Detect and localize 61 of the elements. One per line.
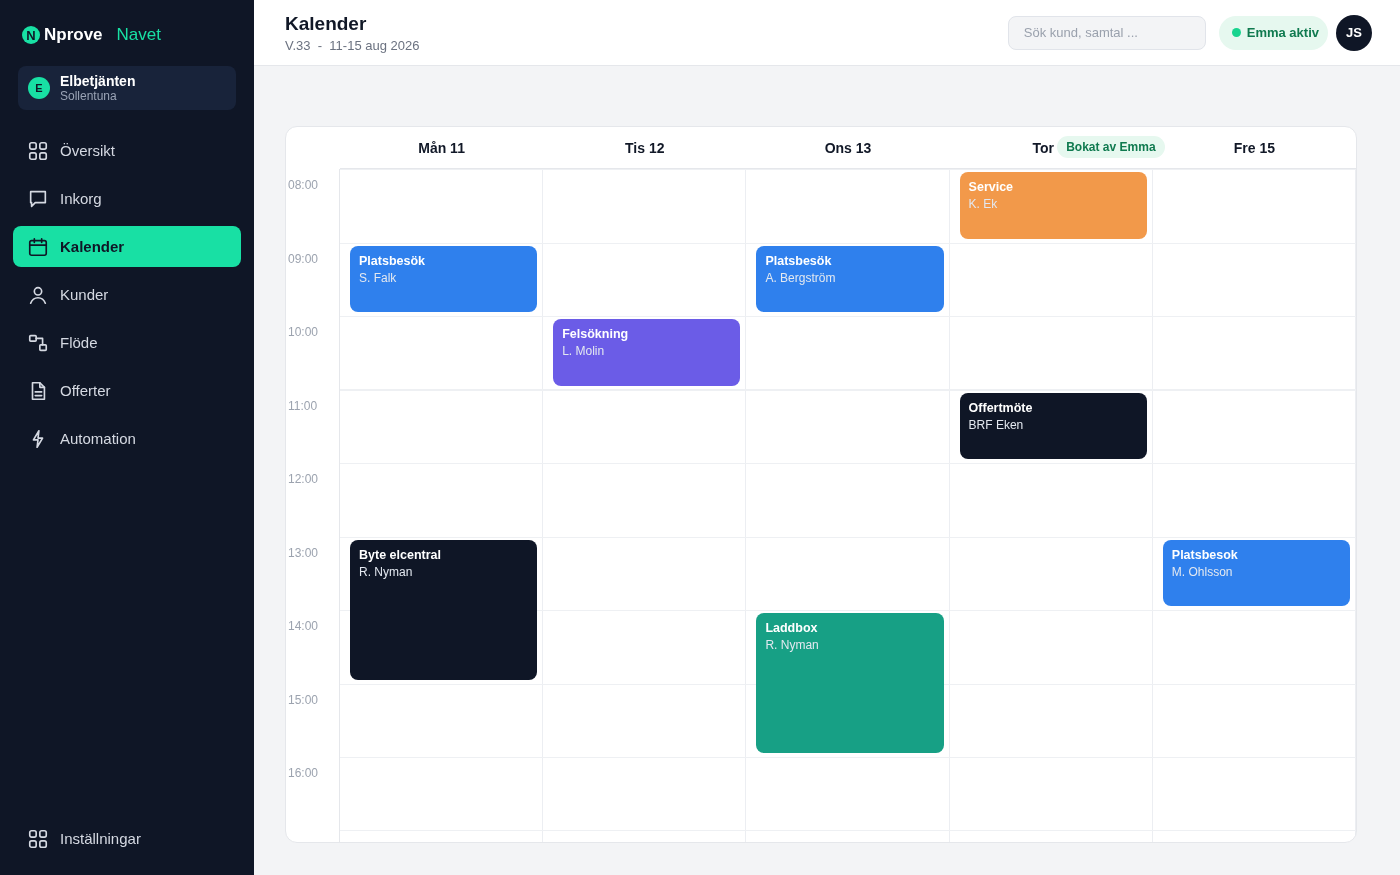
event-card[interactable]: Platsbesök S. Falk bbox=[350, 245, 538, 312]
search-field[interactable]: Sök kund, samtal ... bbox=[1007, 15, 1206, 50]
event-card[interactable]: Platsbesok M. Ohlsson bbox=[1162, 539, 1350, 606]
event-title: Laddbox bbox=[765, 621, 819, 635]
day-header: Mån 11 bbox=[418, 139, 465, 156]
event-title: Byte elcentral bbox=[359, 547, 442, 562]
event-customer: S. Falk bbox=[359, 270, 398, 285]
event-card[interactable]: Offertmöte BRF Eken bbox=[959, 392, 1147, 459]
day-header: Ons 13 bbox=[824, 139, 872, 156]
grid-icon bbox=[27, 139, 49, 162]
organization-name: Elbetjänten bbox=[60, 73, 136, 89]
event-title: Platsbesok bbox=[1171, 547, 1239, 562]
time-label: 12:00 bbox=[288, 472, 319, 486]
event-title: Platsbesök bbox=[359, 253, 426, 268]
nav-item[interactable]: Översikt bbox=[13, 130, 241, 171]
event-title: Platsbesök bbox=[765, 253, 833, 268]
organization-location: Sollentuna bbox=[60, 89, 118, 103]
event-title: Offertmöte bbox=[968, 400, 1034, 415]
nav-item[interactable]: Kunder bbox=[13, 274, 241, 315]
event-customer: K. Ek bbox=[968, 197, 999, 211]
event-title: Service bbox=[968, 180, 1015, 194]
nav-item[interactable]: Kalender bbox=[13, 226, 241, 267]
user-avatar[interactable]: JS bbox=[1336, 14, 1372, 51]
day-header: Tis 12 bbox=[625, 139, 665, 156]
event-card[interactable]: Felsökning L. Molin bbox=[553, 319, 741, 386]
nav-item[interactable]: Inkorg bbox=[13, 178, 241, 219]
event-customer: L. Molin bbox=[562, 344, 606, 358]
logo-icon: N bbox=[22, 26, 40, 44]
nav-item[interactable]: Offerter bbox=[13, 370, 241, 411]
booking-badge: Bokat av Emma bbox=[1057, 136, 1165, 158]
brand-name: Nprove bbox=[44, 25, 103, 45]
settings-item[interactable]: Inställningar bbox=[13, 818, 241, 859]
event-customer: M. Ohlsson bbox=[1171, 564, 1234, 579]
time-label: 10:00 bbox=[288, 325, 319, 339]
nav-item[interactable]: Flöde bbox=[13, 322, 241, 363]
week-range: V.33 - 11-15 aug 2026 bbox=[285, 37, 421, 53]
time-label: 15:00 bbox=[288, 692, 319, 707]
time-label: 14:00 bbox=[288, 619, 319, 633]
event-card[interactable]: Platsbesök A. Bergström bbox=[756, 245, 944, 312]
status-label: Emma aktiv bbox=[1246, 25, 1319, 40]
organization-avatar: E bbox=[28, 77, 50, 99]
event-customer: BRF Eken bbox=[968, 417, 1025, 432]
event-customer: R. Nyman bbox=[359, 564, 414, 579]
calendar-icon bbox=[27, 235, 49, 258]
time-label: 08:00 bbox=[288, 178, 319, 192]
event-card[interactable]: Byte elcentral R. Nyman bbox=[350, 539, 538, 680]
event-title: Felsökning bbox=[562, 327, 630, 341]
nav-item[interactable]: Automation bbox=[13, 418, 241, 459]
page-title: Kalender bbox=[285, 12, 368, 35]
event-customer: R. Nyman bbox=[765, 638, 820, 652]
day-header: Fre 15 bbox=[1233, 139, 1275, 156]
time-label: 16:00 bbox=[288, 766, 319, 780]
organization-card[interactable]: E Elbetjänten Sollentuna bbox=[18, 66, 236, 110]
grid-icon bbox=[27, 827, 49, 850]
time-label: 13:00 bbox=[288, 545, 319, 560]
event-customer: A. Bergström bbox=[765, 270, 837, 285]
product-name: Navet bbox=[116, 25, 161, 45]
status-dot-icon bbox=[1231, 28, 1241, 37]
time-label: 11:00 bbox=[288, 398, 318, 413]
time-label: 09:00 bbox=[288, 251, 319, 266]
day-header: Tor bbox=[1032, 139, 1054, 156]
